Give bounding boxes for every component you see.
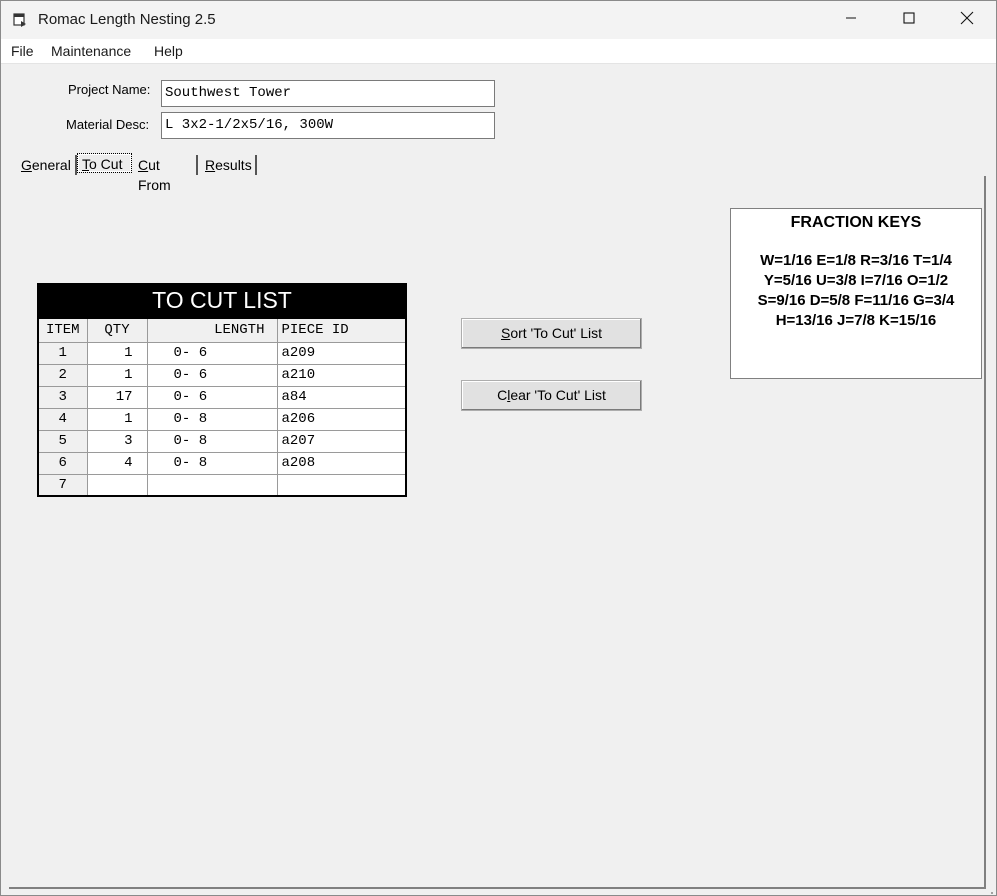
title-bar: Romac Length Nesting 2.5 bbox=[1, 1, 996, 39]
cell-qty[interactable]: 1 bbox=[86, 341, 148, 365]
cell-qty[interactable]: 1 bbox=[86, 407, 148, 431]
app-window-icon bbox=[12, 12, 28, 28]
window-title: Romac Length Nesting 2.5 bbox=[38, 11, 216, 28]
sort-to-cut-list-button[interactable]: Sort 'To Cut' List bbox=[461, 318, 642, 349]
tab-cut-from[interactable]: Cut From bbox=[134, 155, 198, 193]
cell-length[interactable]: 0- 8 bbox=[146, 407, 278, 431]
clear-to-cut-list-button[interactable]: Clear 'To Cut' List bbox=[461, 380, 642, 411]
cell-qty[interactable] bbox=[86, 473, 148, 497]
row-header-item: 4 bbox=[37, 407, 88, 431]
menu-file[interactable]: File bbox=[11, 43, 34, 59]
sort-button-label: ort 'To Cut' List bbox=[510, 325, 603, 341]
tab-results[interactable]: Results bbox=[201, 155, 257, 175]
table-row[interactable]: 1 1 0- 6 a209 bbox=[37, 341, 407, 365]
cell-piece-id[interactable]: a209 bbox=[276, 341, 407, 365]
cell-length[interactable]: 0- 6 bbox=[146, 385, 278, 409]
corner-mark bbox=[10, 887, 14, 891]
table-row[interactable]: 6 4 0- 8 a208 bbox=[37, 451, 407, 475]
cell-length[interactable] bbox=[146, 473, 278, 497]
cell-piece-id[interactable]: a206 bbox=[276, 407, 407, 431]
close-button[interactable] bbox=[938, 1, 996, 39]
minimize-icon bbox=[845, 11, 857, 29]
row-header-item: 3 bbox=[37, 385, 88, 409]
app-window: Romac Length Nesting 2.5 File Maintenanc… bbox=[0, 0, 997, 896]
fraction-keys-line: S=9/16 D=5/8 F=11/16 G=3/4 bbox=[757, 292, 955, 309]
row-header-item: 5 bbox=[37, 429, 88, 453]
minimize-button[interactable] bbox=[822, 1, 880, 39]
cell-length[interactable]: 0- 6 bbox=[146, 363, 278, 387]
cell-length[interactable]: 0- 8 bbox=[146, 451, 278, 475]
table-row[interactable]: 3 17 0- 6 a84 bbox=[37, 385, 407, 409]
cell-piece-id[interactable]: a84 bbox=[276, 385, 407, 409]
row-header-item: 1 bbox=[37, 341, 88, 365]
material-desc-label: Material Desc: bbox=[66, 117, 150, 132]
cell-piece-id[interactable]: a210 bbox=[276, 363, 407, 387]
fraction-keys-line: H=13/16 J=7/8 K=15/16 bbox=[775, 312, 937, 329]
table-row[interactable]: 5 3 0- 8 a207 bbox=[37, 429, 407, 453]
grid-header-row: ITEM QTY LENGTH PIECE ID bbox=[37, 317, 407, 343]
material-desc-field[interactable]: L 3x2-1/2x5/16, 300W bbox=[161, 112, 495, 139]
header-length[interactable]: LENGTH bbox=[146, 317, 278, 343]
cell-piece-id[interactable]: a208 bbox=[276, 451, 407, 475]
table-row[interactable]: 2 1 0- 6 a210 bbox=[37, 363, 407, 387]
menu-bar: File Maintenance Help bbox=[1, 39, 996, 64]
resize-grip-icon[interactable] bbox=[984, 885, 994, 895]
header-qty[interactable]: QTY bbox=[86, 317, 148, 343]
tab-strip: General To Cut Cut From Results bbox=[9, 151, 986, 193]
menu-help[interactable]: Help bbox=[154, 43, 183, 59]
cell-piece-id[interactable] bbox=[276, 473, 407, 497]
cell-qty[interactable]: 17 bbox=[86, 385, 148, 409]
row-header-item: 2 bbox=[37, 363, 88, 387]
menu-maintenance[interactable]: Maintenance bbox=[51, 43, 131, 59]
fraction-keys-line: Y=5/16 U=3/8 I=7/16 O=1/2 bbox=[763, 272, 949, 289]
table-row[interactable]: 7 bbox=[37, 473, 407, 497]
fraction-keys-panel: FRACTION KEYS W=1/16 E=1/8 R=3/16 T=1/4 … bbox=[730, 208, 982, 379]
tab-general[interactable]: General bbox=[17, 155, 77, 175]
row-header-item: 7 bbox=[37, 473, 88, 497]
project-name-label: Project Name: bbox=[68, 82, 151, 97]
cell-length[interactable]: 0- 6 bbox=[146, 341, 278, 365]
cell-qty[interactable]: 3 bbox=[86, 429, 148, 453]
maximize-icon bbox=[903, 11, 915, 29]
to-cut-list-title: TO CUT LIST bbox=[37, 283, 407, 317]
maximize-button[interactable] bbox=[880, 1, 938, 39]
header-item[interactable]: ITEM bbox=[37, 317, 88, 343]
fraction-keys-title: FRACTION KEYS bbox=[790, 214, 922, 231]
row-header-item: 6 bbox=[37, 451, 88, 475]
project-name-field[interactable]: Southwest Tower bbox=[161, 80, 495, 107]
cell-length[interactable]: 0- 8 bbox=[146, 429, 278, 453]
cell-piece-id[interactable]: a207 bbox=[276, 429, 407, 453]
header-piece-id[interactable]: PIECE ID bbox=[276, 317, 407, 343]
cell-qty[interactable]: 4 bbox=[86, 451, 148, 475]
table-row[interactable]: 4 1 0- 8 a206 bbox=[37, 407, 407, 431]
to-cut-grid: ITEM QTY LENGTH PIECE ID 1 1 0- 6 a209 2 1 0- … bbox=[37, 317, 407, 497]
fraction-keys-line: W=1/16 E=1/8 R=3/16 T=1/4 bbox=[760, 252, 952, 269]
cell-qty[interactable]: 1 bbox=[86, 363, 148, 387]
tab-to-cut[interactable]: To Cut bbox=[77, 153, 132, 173]
close-icon bbox=[960, 11, 974, 30]
